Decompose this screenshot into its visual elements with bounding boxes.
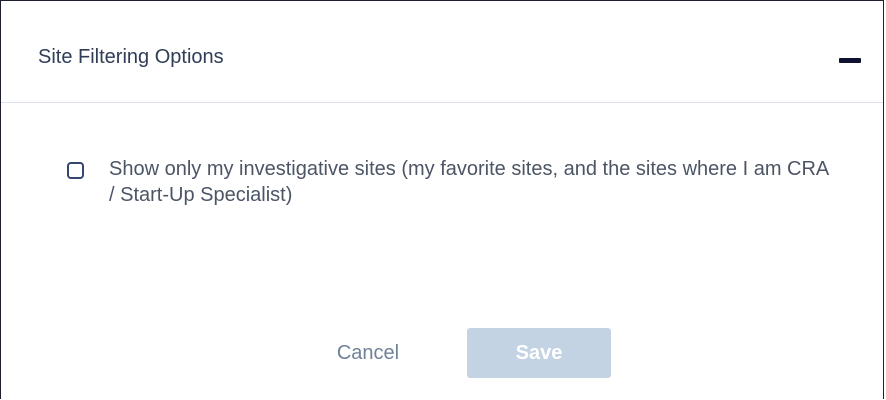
investigative-sites-checkbox[interactable] bbox=[67, 162, 84, 179]
collapse-button[interactable] bbox=[833, 41, 869, 77]
panel-footer: Cancel Save bbox=[1, 328, 883, 380]
panel-title: Site Filtering Options bbox=[38, 46, 224, 68]
investigative-sites-label[interactable]: Show only my investigative sites (my fav… bbox=[109, 156, 829, 208]
site-filtering-panel: Site Filtering Options Show only my inve… bbox=[0, 0, 884, 399]
panel-header: Site Filtering Options bbox=[1, 1, 883, 103]
minus-icon bbox=[839, 58, 861, 63]
cancel-button[interactable]: Cancel bbox=[317, 328, 419, 378]
save-button[interactable]: Save bbox=[467, 328, 611, 378]
